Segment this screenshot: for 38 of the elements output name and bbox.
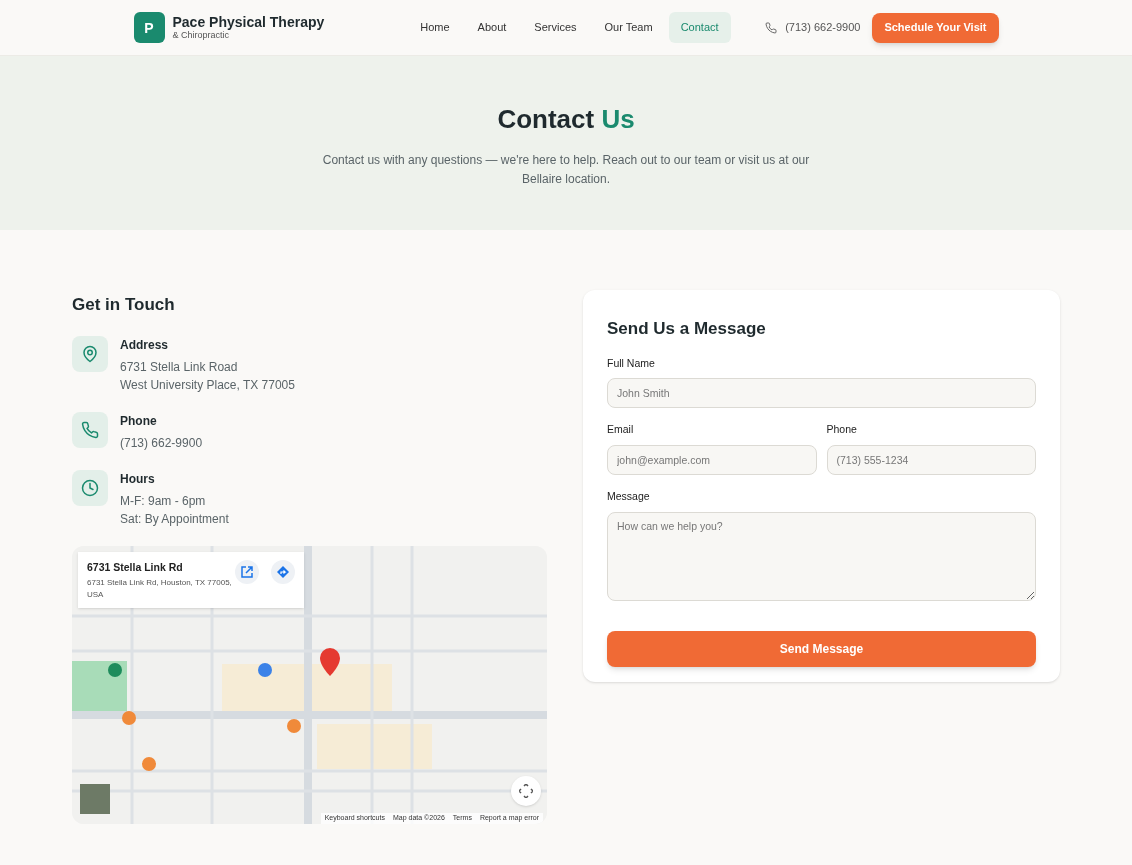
info-text: 6731 Stella Link Road: [120, 358, 239, 376]
info-label: Phone: [120, 412, 158, 430]
nav-link[interactable]: Home: [408, 12, 462, 43]
nav-link[interactable]: About: [465, 12, 519, 43]
nav-link[interactable]: Contact: [668, 12, 731, 43]
message-field[interactable]: How can we help you?: [607, 511, 1036, 601]
phone-icon: [81, 420, 99, 439]
page-subtitle: Contact us with any questions — we're here to help. Reach out to our team or visit us at our Bellaire location.: [321, 152, 811, 188]
info-text: M-F: 9am - 6pm: [120, 492, 207, 510]
input-field[interactable]: john@example.com: [607, 445, 817, 475]
section-heading: Get in Touch: [72, 294, 176, 316]
location-pin-icon: [81, 344, 99, 363]
info-label: Hours: [120, 470, 156, 488]
input-field[interactable]: (713) 555-1234: [826, 445, 1036, 475]
brand-name: Pace Physical Therapy: [172, 15, 325, 29]
phone-icon: [765, 21, 778, 34]
place-address: 6731 Stella Link Rd, Houston, TX 77005, USA: [87, 577, 232, 602]
nav-link[interactable]: Our Team: [592, 12, 665, 43]
input-field[interactable]: John Smith: [607, 378, 1036, 409]
info-text: West University Place, TX 77005: [120, 376, 295, 394]
expand-icon: [519, 783, 534, 798]
place-title: 6731 Stella Link Rd: [87, 559, 184, 575]
info-label: Address: [120, 336, 170, 354]
form-heading: Send Us a Message: [607, 318, 767, 340]
brand-tagline: & Chiropractic: [172, 31, 231, 40]
field-label: Message: [607, 489, 651, 504]
info-text: (713) 662-9900: [120, 434, 203, 452]
field-label: Full Name: [607, 355, 656, 371]
clock-icon: [81, 478, 99, 497]
field-label: Phone: [826, 422, 858, 438]
header-phone[interactable]: (713) 662-9900: [785, 19, 861, 36]
nav-link[interactable]: Services: [522, 12, 589, 43]
open-external-icon[interactable]: [235, 559, 259, 584]
logo-mark: P: [133, 12, 165, 43]
directions-icon[interactable]: [271, 559, 295, 584]
page-title: Contact Us: [497, 103, 635, 136]
info-text: Sat: By Appointment: [120, 510, 229, 528]
field-label: Email: [607, 422, 635, 438]
